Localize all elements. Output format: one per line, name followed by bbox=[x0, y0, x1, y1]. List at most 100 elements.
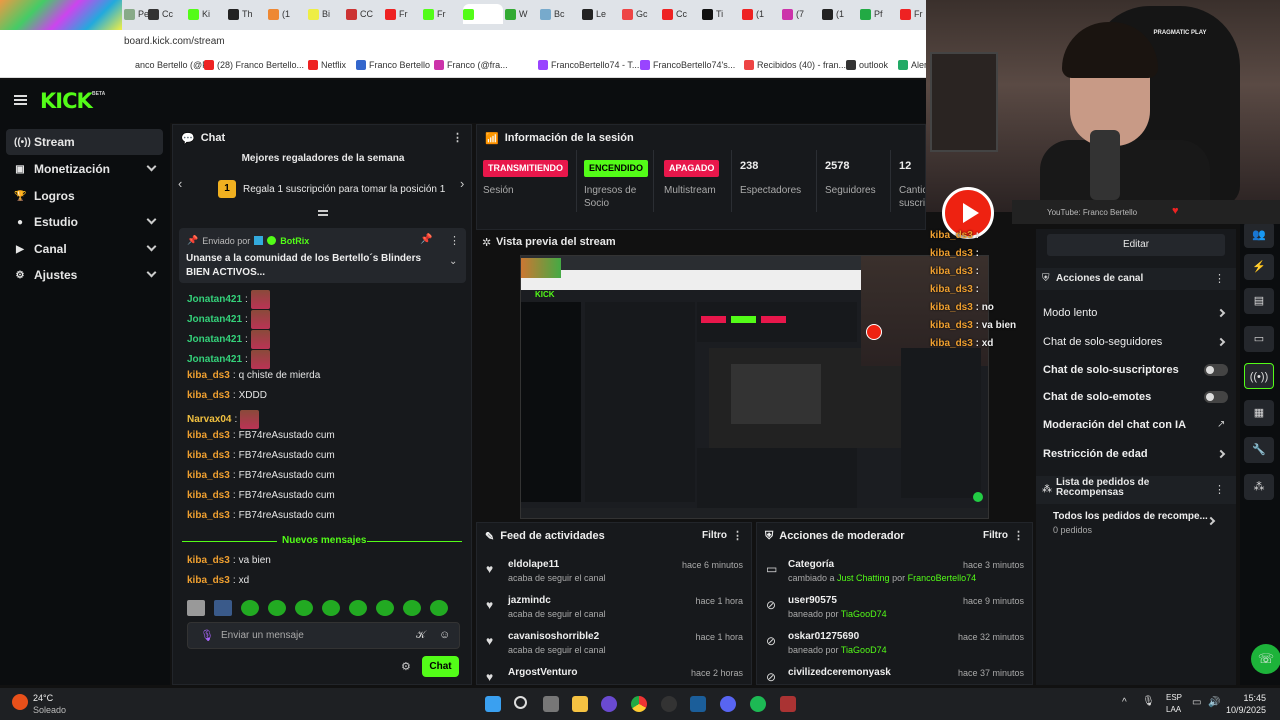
rewards-icon[interactable]: ⁂ bbox=[1244, 474, 1274, 500]
feed-item[interactable]: cavanisoshorrible2 acaba de seguir el can… bbox=[508, 631, 606, 655]
slow-mode-item[interactable]: Modo lento bbox=[1043, 307, 1097, 319]
broadcast-icon[interactable]: ((•)) bbox=[1244, 363, 1274, 389]
chat-username[interactable]: kiba_ds3 bbox=[187, 575, 230, 586]
app-icon[interactable] bbox=[661, 696, 677, 712]
app-icon[interactable] bbox=[601, 696, 617, 712]
rewards-all-item[interactable]: Todos los pedidos de recompe... bbox=[1053, 511, 1208, 522]
chat-input[interactable]: 🎙 Enviar un mensaje 𝒦 ☺ bbox=[187, 622, 460, 649]
emote-icon[interactable] bbox=[187, 600, 205, 616]
kick-logo[interactable]: KICK bbox=[40, 89, 93, 113]
feed-username[interactable]: ArgostVenturo bbox=[508, 667, 577, 678]
clock-date[interactable]: 10/9/2025 bbox=[1222, 705, 1266, 715]
more-options-icon[interactable]: ⋮ bbox=[449, 234, 460, 247]
chat-message[interactable]: kiba_ds3: va bien bbox=[187, 555, 271, 566]
browser-tab[interactable]: Le bbox=[582, 4, 622, 24]
pinned-user[interactable]: BotRix bbox=[280, 236, 309, 246]
emote-icon[interactable] bbox=[322, 600, 340, 616]
emote-icon[interactable] bbox=[268, 600, 286, 616]
layout-icon[interactable]: ▦ bbox=[1244, 400, 1274, 426]
weather-temp[interactable]: 24°C bbox=[33, 693, 53, 703]
bookmark[interactable]: Franco (@fra... bbox=[434, 60, 508, 70]
browser-tab[interactable]: Ti bbox=[702, 4, 742, 24]
discord-icon[interactable] bbox=[720, 696, 736, 712]
mod-target[interactable]: oskar01275690 bbox=[788, 631, 887, 642]
chat-username[interactable]: kiba_ds3 bbox=[187, 390, 230, 401]
chat-message[interactable]: kiba_ds3: xd bbox=[187, 575, 249, 586]
volume-icon[interactable]: 🔊 bbox=[1208, 697, 1220, 708]
chat-message[interactable]: kiba_ds3: FB74reAsustado cum bbox=[187, 470, 335, 481]
mod-link[interactable]: TiaGooD74 bbox=[841, 645, 887, 655]
chat-settings-icon[interactable]: ⚙ bbox=[401, 660, 411, 673]
chat-message[interactable]: Jonatan421: bbox=[187, 350, 273, 369]
clock-time[interactable]: 15:45 bbox=[1232, 693, 1266, 703]
sidebar-item-stream[interactable]: ((•)) Stream bbox=[6, 129, 163, 155]
sidebar-item-canal[interactable]: ▶ Canal bbox=[6, 236, 163, 262]
send-chat-button[interactable]: Chat bbox=[422, 656, 459, 677]
start-icon[interactable] bbox=[485, 696, 501, 712]
chevron-left-icon[interactable]: ‹ bbox=[178, 176, 182, 191]
more-options-icon[interactable]: ⋮ bbox=[452, 131, 463, 144]
users-icon[interactable]: 👥 bbox=[1244, 222, 1274, 248]
chat-message[interactable]: kiba_ds3: FB74reAsustado cum bbox=[187, 490, 335, 501]
bookmark[interactable]: Franco Bertello bbox=[356, 60, 430, 70]
sidebar-item-logros[interactable]: 🏆 Logros bbox=[6, 183, 163, 209]
url-text[interactable]: board.kick.com/stream bbox=[124, 36, 225, 47]
browser-tab[interactable]: Cc bbox=[662, 4, 702, 24]
steam-icon[interactable] bbox=[690, 696, 706, 712]
age-restriction-item[interactable]: Restricción de edad bbox=[1043, 448, 1148, 460]
more-options-icon[interactable]: ⋮ bbox=[1214, 272, 1225, 285]
chat-username[interactable]: kiba_ds3 bbox=[187, 430, 230, 441]
browser-tab[interactable]: Bi bbox=[308, 4, 348, 24]
microphone-icon[interactable]: 🎙 bbox=[200, 629, 214, 642]
spotify-icon[interactable] bbox=[750, 696, 766, 712]
emote-icon[interactable] bbox=[241, 600, 259, 616]
chat-username[interactable]: kiba_ds3 bbox=[187, 450, 230, 461]
mod-link[interactable]: Just Chatting bbox=[837, 573, 890, 583]
more-options-icon[interactable]: ⋮ bbox=[1214, 483, 1225, 496]
chat-username[interactable]: Jonatan421 bbox=[187, 354, 242, 365]
mod-link[interactable]: FrancoBertello74 bbox=[908, 573, 977, 583]
browser-tab[interactable]: Gc bbox=[622, 4, 662, 24]
chat-message[interactable]: kiba_ds3: FB74reAsustado cum bbox=[187, 510, 335, 521]
mod-target[interactable]: civilizedceremonyask bbox=[788, 667, 891, 678]
chevron-up-icon[interactable]: ^ bbox=[1122, 697, 1127, 708]
top-gifters-cta[interactable]: Regala 1 suscripción para tomar la posic… bbox=[243, 184, 445, 195]
mod-action-item[interactable]: civilizedceremonyask bbox=[788, 667, 891, 681]
chat-message[interactable]: Narvax04: bbox=[187, 410, 262, 429]
sidebar-item-monetizacion[interactable]: ▣ Monetización bbox=[6, 156, 163, 182]
browser-tab[interactable]: Ki bbox=[188, 4, 228, 24]
chat-message[interactable]: kiba_ds3: FB74reAsustado cum bbox=[187, 450, 335, 461]
emote-icon[interactable] bbox=[430, 600, 448, 616]
chat-username[interactable]: Narvax04 bbox=[187, 414, 231, 425]
sidebar-item-ajustes[interactable]: ⚙ Ajustes bbox=[6, 262, 163, 288]
edit-button[interactable]: Editar bbox=[1047, 234, 1225, 256]
bookmark[interactable]: (28) Franco Bertello... bbox=[204, 60, 304, 70]
more-options-icon[interactable]: ⋮ bbox=[732, 529, 743, 542]
browser-tab[interactable]: (7 bbox=[782, 4, 822, 24]
browser-tab[interactable]: (1 bbox=[742, 4, 782, 24]
chevron-down-icon[interactable]: ⌄ bbox=[449, 256, 457, 267]
followers-only-item[interactable]: Chat de solo-seguidores bbox=[1043, 336, 1162, 348]
app-icon[interactable] bbox=[780, 696, 796, 712]
mod-link[interactable]: TiaGooD74 bbox=[841, 609, 887, 619]
chevron-right-icon[interactable]: › bbox=[460, 176, 464, 191]
file-explorer-icon[interactable] bbox=[572, 696, 588, 712]
chat-username[interactable]: kiba_ds3 bbox=[187, 470, 230, 481]
chat-icon[interactable]: ▭ bbox=[1244, 326, 1274, 352]
task-view-icon[interactable] bbox=[543, 696, 559, 712]
emote-icon[interactable] bbox=[214, 600, 232, 616]
emote-icon[interactable] bbox=[349, 600, 367, 616]
filter-button[interactable]: Filtro bbox=[983, 530, 1008, 541]
sidebar-item-estudio[interactable]: ● Estudio bbox=[6, 209, 163, 235]
mod-action-item[interactable]: oskar01275690 baneado por TiaGooD74 bbox=[788, 631, 887, 655]
browser-tab[interactable]: (1 bbox=[268, 4, 308, 24]
support-icon[interactable]: ☏ bbox=[1251, 644, 1280, 674]
stream-preview[interactable]: KICK bbox=[520, 255, 989, 519]
language-2[interactable]: LAA bbox=[1166, 705, 1181, 714]
mod-action-item[interactable]: user90575 baneado por TiaGooD74 bbox=[788, 595, 887, 619]
emoji-icon[interactable]: ☺ bbox=[439, 629, 450, 641]
subs-only-toggle[interactable] bbox=[1204, 364, 1228, 376]
feed-item[interactable]: eldolape11 acaba de seguir el canal bbox=[508, 559, 606, 583]
more-options-icon[interactable]: ⋮ bbox=[1013, 529, 1024, 542]
bookmark[interactable]: outlook bbox=[846, 60, 888, 70]
